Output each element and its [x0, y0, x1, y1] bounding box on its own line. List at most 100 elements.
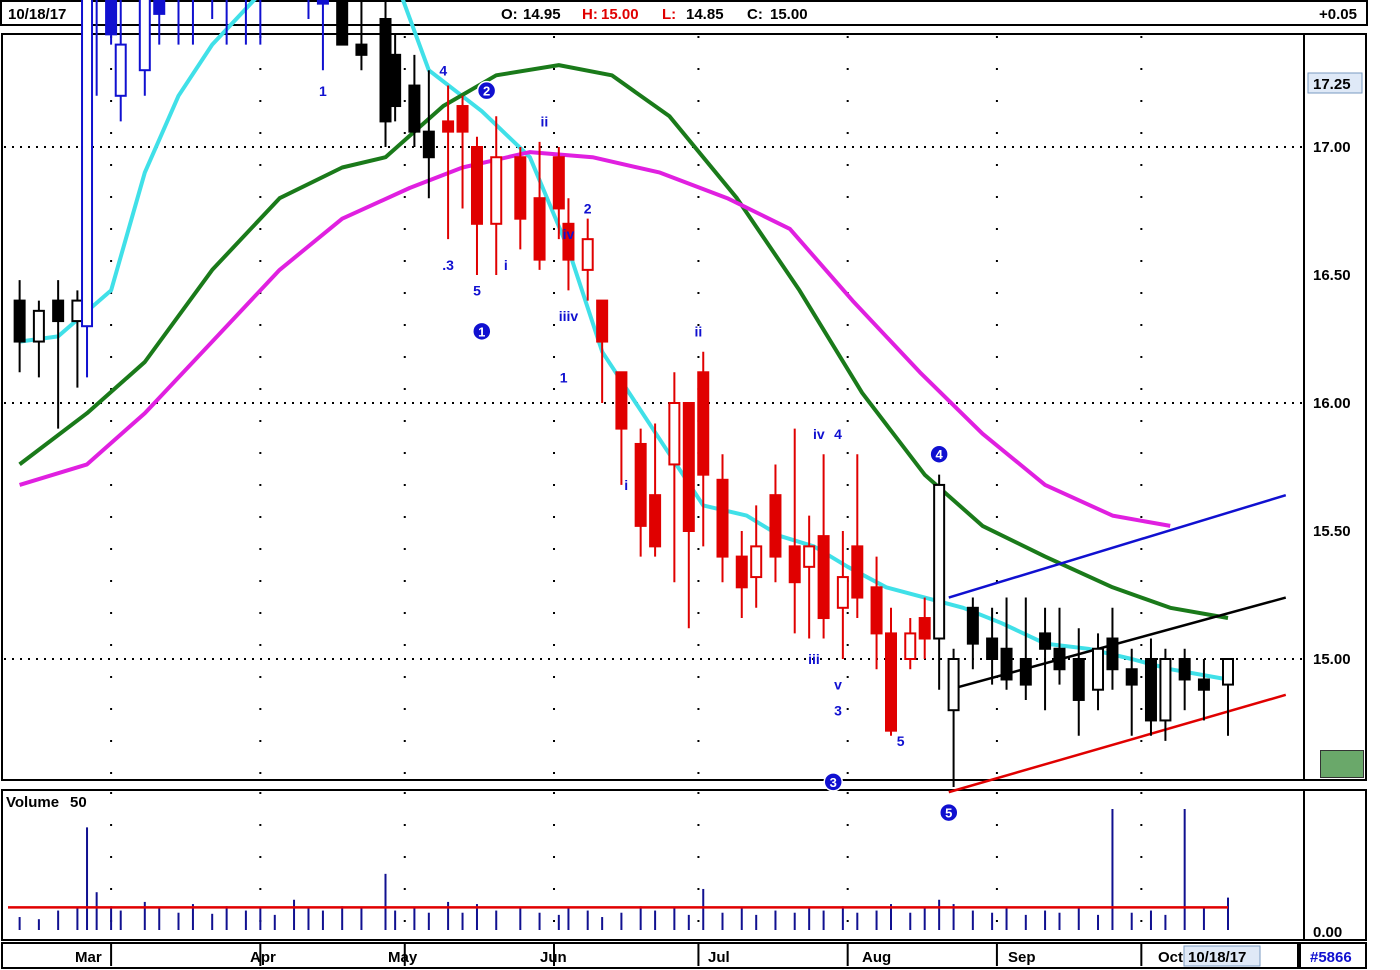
candle-body: [697, 371, 710, 476]
last-price-tag: 17.25: [1313, 76, 1351, 93]
candle-body: [1053, 647, 1066, 671]
volume-ma-period: 50: [70, 794, 87, 811]
candle-body: [1197, 678, 1210, 691]
month-jul: Jul: [708, 949, 730, 966]
wave-label: ii: [540, 114, 548, 130]
candle-body: [533, 197, 546, 261]
wave-label: i: [504, 257, 508, 273]
candle-body: [442, 120, 455, 133]
candle-body: [1039, 632, 1052, 650]
chart-settings-icon[interactable]: [1320, 750, 1364, 778]
month-jun: Jun: [540, 949, 567, 966]
wave-label: 3: [834, 702, 842, 718]
candle-body: [138, 0, 151, 72]
candle-body: [336, 0, 349, 46]
y-tick-15: 15.00: [1313, 651, 1351, 668]
wave-label: iv: [813, 426, 825, 442]
month-oct: Oct: [1158, 949, 1183, 966]
candle-body: [422, 130, 435, 159]
price-volume-chart[interactable]: C12345124.35iiiiv2iiiv1iiiiv4iiiv35 17.2…: [0, 0, 1400, 970]
candle-body: [114, 43, 127, 97]
candle-body: [947, 658, 960, 712]
candle-body: [52, 299, 65, 323]
candle-body: [668, 402, 681, 466]
candle-body: [918, 617, 931, 640]
candle-body: [1144, 658, 1157, 722]
y-tick-15.5: 15.50: [1313, 523, 1351, 540]
cursor-date: 10/18/17: [1188, 949, 1246, 966]
wave-label: 4: [834, 426, 842, 442]
candle-body: [1000, 647, 1013, 681]
candle-body: [1019, 658, 1032, 686]
wave-label: v: [834, 677, 842, 693]
wave-label: iiiv: [559, 308, 579, 324]
candle-body: [1106, 637, 1119, 671]
candle-body: [316, 0, 329, 5]
volume-y-tick: 0.00: [1313, 924, 1342, 941]
candle-body: [1092, 647, 1105, 691]
candle-body: [735, 555, 748, 589]
candle-body: [389, 53, 402, 108]
wave-label: .3: [442, 257, 454, 273]
candle-body: [649, 494, 662, 548]
wave-circle-label: 2: [483, 84, 490, 99]
candle-body: [769, 494, 782, 558]
candle-body: [750, 545, 763, 579]
wave-circle-label: 3: [830, 775, 837, 790]
wave-label: i: [624, 477, 628, 493]
candle-body: [682, 402, 695, 532]
candle-body: [105, 0, 118, 36]
wave-label: iv: [563, 226, 575, 242]
month-mar: Mar: [75, 949, 102, 966]
candle-body: [836, 576, 849, 609]
y-tick-16: 16.00: [1313, 395, 1351, 412]
candle-body: [851, 545, 864, 599]
wave-circle-label: 1: [478, 324, 485, 339]
y-tick-17: 17.00: [1313, 139, 1351, 156]
candle-body: [514, 156, 527, 220]
candle-body: [933, 483, 946, 640]
candle-body: [379, 18, 392, 123]
candle-body: [1072, 658, 1085, 701]
wave-label: 1: [560, 370, 568, 386]
candle-body: [71, 299, 84, 323]
candle-body: [490, 156, 503, 225]
candle-body: [13, 299, 26, 343]
candle-body: [788, 545, 801, 584]
symbol-number: #5866: [1310, 949, 1352, 966]
wave-label: 4: [439, 62, 447, 78]
wave-label: 1: [319, 83, 327, 99]
wave-circle-label: 5: [945, 806, 952, 821]
wave-label: 5: [897, 733, 905, 749]
candle-body: [81, 0, 94, 328]
candle-body: [596, 299, 609, 343]
candle-body: [1159, 658, 1172, 722]
candle-body: [1125, 668, 1138, 686]
wave-label: 5: [473, 282, 481, 298]
candle-body: [904, 632, 917, 661]
candle-body: [966, 606, 979, 645]
y-tick-16.5: 16.50: [1313, 267, 1351, 284]
volume-panel-frame: [1, 789, 1367, 941]
candle-body: [355, 43, 368, 56]
candle-body: [1178, 658, 1191, 681]
candle-body: [1222, 658, 1234, 686]
month-aug: Aug: [862, 949, 891, 966]
candle-body: [581, 238, 594, 271]
candle-body: [803, 545, 816, 568]
date-axis-frame: [1, 942, 1299, 969]
month-sep: Sep: [1008, 949, 1036, 966]
candle-body: [32, 309, 45, 343]
month-may: May: [388, 949, 418, 966]
candle-body: [615, 371, 628, 430]
candle-body: [552, 156, 565, 210]
candle-body: [153, 0, 166, 15]
candle-body: [634, 442, 647, 527]
candle-body: [716, 478, 729, 558]
wave-circle-label: 4: [936, 447, 944, 462]
candle-body: [408, 84, 421, 133]
wave-label: 2: [584, 201, 592, 217]
candle-body: [470, 146, 483, 225]
wave-label: ii: [695, 323, 703, 339]
wave-label: iii: [808, 651, 820, 667]
